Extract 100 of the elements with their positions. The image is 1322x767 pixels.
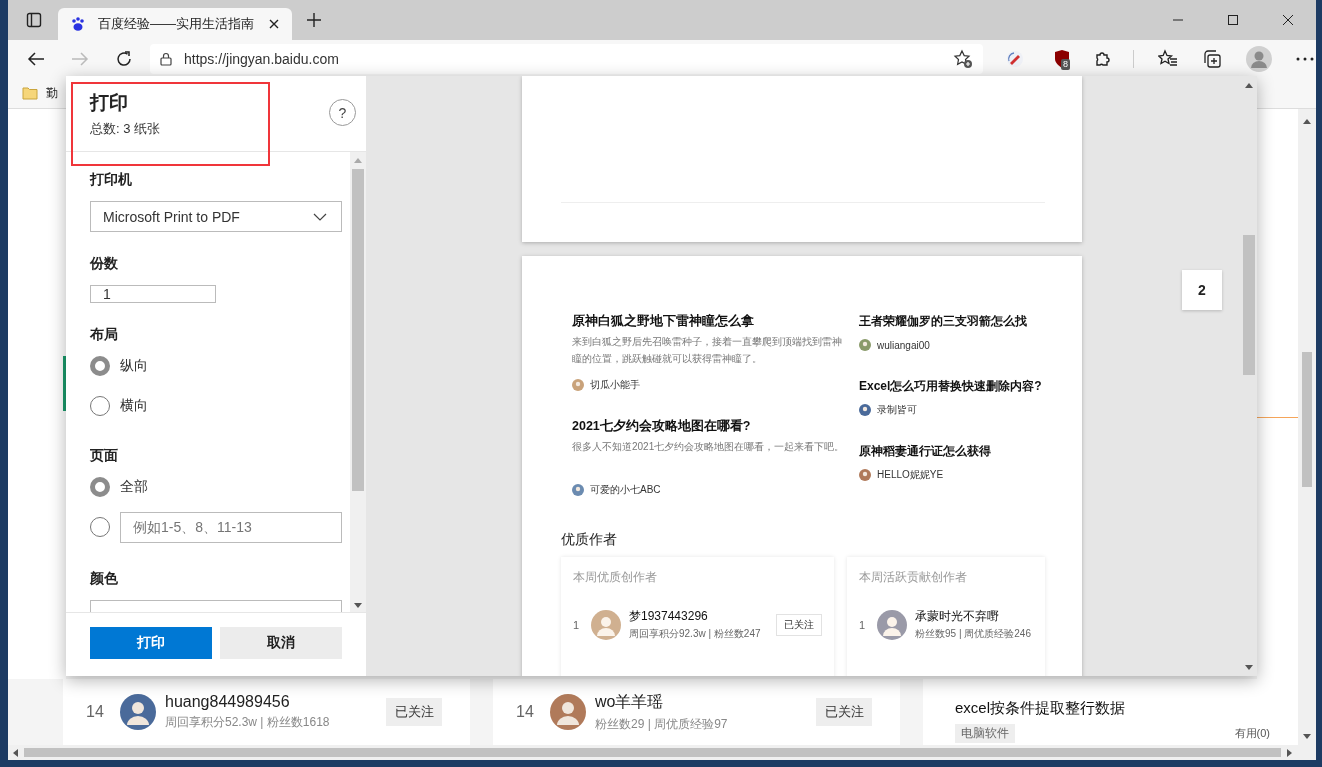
- copies-label: 份数: [90, 254, 118, 273]
- article-title[interactable]: 2021七夕约会攻略地图在哪看?: [572, 417, 751, 435]
- rank-number: 14: [516, 703, 535, 721]
- browser-tab[interactable]: 百度经验——实用生活指南: [58, 8, 292, 40]
- add-favorite-icon[interactable]: [953, 49, 973, 69]
- article-title[interactable]: 王者荣耀伽罗的三支羽箭怎么找: [859, 312, 1027, 330]
- avatar: [572, 484, 584, 496]
- author-name[interactable]: 可爱的小七ABC: [590, 483, 661, 497]
- printer-label: 打印机: [90, 170, 132, 189]
- orientation-option[interactable]: 纵向: [120, 357, 148, 375]
- avatar: [859, 404, 871, 416]
- followed-button[interactable]: 已关注: [386, 698, 442, 726]
- puzzle-icon[interactable]: [1093, 49, 1113, 69]
- article-title[interactable]: 原神白狐之野地下雷神瞳怎么拿: [572, 312, 754, 330]
- radio-button[interactable]: [90, 477, 110, 497]
- author-name[interactable]: 梦1937443296: [629, 608, 768, 625]
- folder-icon: [22, 86, 38, 100]
- radio-button[interactable]: [90, 356, 110, 376]
- radio-button[interactable]: [90, 517, 110, 537]
- pen-extension-icon[interactable]: [1005, 49, 1025, 69]
- radio-button[interactable]: [90, 396, 110, 416]
- avatar: [859, 339, 871, 351]
- author-name[interactable]: HELLO妮妮YE: [877, 468, 944, 482]
- author-name[interactable]: huang844989456: [165, 693, 386, 711]
- scroll-thumb[interactable]: [1242, 235, 1255, 375]
- scroll-up-icon[interactable]: [1303, 119, 1311, 124]
- article-title[interactable]: 原神稻妻通行证怎么获得: [859, 442, 991, 460]
- rank-number: 1: [573, 618, 581, 631]
- new-tab-icon[interactable]: [306, 12, 322, 28]
- author-name[interactable]: 切瓜小能手: [590, 378, 640, 392]
- copies-input[interactable]: 1: [90, 285, 216, 303]
- tab-title: 百度经验——实用生活指南: [98, 15, 255, 33]
- avatar: [550, 694, 586, 730]
- scroll-thumb[interactable]: [352, 169, 364, 491]
- page-range-input[interactable]: 例如1-5、8、11-13: [120, 511, 342, 543]
- page-number-badge: 2: [1182, 270, 1222, 310]
- scroll-down-icon[interactable]: [1303, 734, 1311, 739]
- printer-dropdown[interactable]: Microsoft Print to PDF: [90, 201, 342, 232]
- author-stats: 周回享积分52.3w | 粉丝数1618: [165, 714, 331, 731]
- address-bar[interactable]: https://jingyan.baidu.com: [150, 44, 983, 74]
- author-name[interactable]: 承蒙时光不弃嘢: [915, 608, 1033, 625]
- author-stats: 周回享积分92.3w | 粉丝数247: [629, 627, 762, 641]
- avatar: [859, 469, 871, 481]
- scroll-right-icon[interactable]: [1287, 748, 1292, 757]
- scroll-down-icon[interactable]: [354, 603, 362, 608]
- print-button[interactable]: 打印: [90, 627, 212, 659]
- settings-scrollbar[interactable]: [350, 152, 366, 612]
- category-tag[interactable]: 电脑软件: [955, 724, 1015, 743]
- useful-count: 有用(0): [1234, 726, 1270, 741]
- avatar: [120, 694, 156, 730]
- card-title: 本周活跃贡献创作者: [859, 569, 968, 585]
- sheet-count: 总数: 3 纸张: [90, 120, 162, 138]
- favorites-icon[interactable]: [1158, 49, 1178, 69]
- help-button[interactable]: ?: [329, 99, 356, 126]
- close-icon[interactable]: [268, 18, 280, 30]
- profile-icon[interactable]: [1246, 46, 1272, 72]
- page-scrollbar[interactable]: [1298, 109, 1316, 745]
- maximize-icon[interactable]: [1227, 14, 1239, 26]
- article-summary: 来到白狐之野后先召唤雷种子，接着一直攀爬到顶端找到雷神瞳的位置，跳跃触碰就可以获得雷神瞳了。: [572, 335, 843, 366]
- followed-button[interactable]: 已关注: [816, 698, 872, 726]
- rank-number: 14: [86, 703, 105, 721]
- author-name[interactable]: 录制皆可: [877, 403, 917, 417]
- avatar: [591, 609, 621, 640]
- scroll-down-icon[interactable]: [1244, 665, 1253, 670]
- paw-icon: [70, 16, 86, 32]
- scroll-left-icon[interactable]: [13, 748, 18, 757]
- pages-label: 页面: [90, 446, 118, 465]
- author-stats: 粉丝数95 | 周优质经验246: [915, 627, 1032, 641]
- author-name[interactable]: wuliangai00: [877, 339, 930, 351]
- avatar: [572, 379, 584, 391]
- avatar: [877, 609, 907, 640]
- lock-icon: [160, 52, 172, 66]
- card-title: 本周优质创作者: [573, 569, 658, 585]
- extension-badge: 8: [1061, 59, 1070, 70]
- close-icon[interactable]: [1282, 14, 1294, 26]
- author-stats: 粉丝数29 | 周优质经验97: [595, 715, 729, 733]
- scroll-up-icon[interactable]: [1244, 83, 1253, 88]
- article-title[interactable]: Excel怎么巧用替换快速删除内容?: [859, 377, 1042, 395]
- horizontal-scrollbar[interactable]: [8, 745, 1316, 760]
- pages-option[interactable]: 全部: [120, 478, 148, 496]
- color-label: 颜色: [90, 569, 118, 588]
- bookmark-folder[interactable]: 勤: [46, 84, 58, 102]
- layout-label: 布局: [90, 325, 118, 344]
- section-heading: 优质作者: [561, 530, 617, 548]
- rank-number: 1: [859, 618, 867, 631]
- url-text: https://jingyan.baidu.com: [184, 51, 339, 67]
- more-icon[interactable]: [1296, 57, 1314, 61]
- scroll-thumb[interactable]: [24, 748, 1281, 757]
- sidebar-icon[interactable]: [26, 12, 42, 28]
- scroll-thumb[interactable]: [1302, 352, 1312, 487]
- chevron-down-icon: [313, 212, 327, 221]
- refresh-icon[interactable]: [115, 50, 133, 68]
- back-icon[interactable]: [27, 51, 45, 67]
- followed-button[interactable]: 已关注: [776, 613, 822, 636]
- article-title[interactable]: excel按条件提取整行数据: [955, 699, 1298, 718]
- collections-icon[interactable]: [1202, 49, 1222, 69]
- orientation-option[interactable]: 横向: [120, 397, 148, 415]
- author-name[interactable]: wo羊羊瑶: [595, 691, 816, 713]
- article-summary: 很多人不知道2021七夕约会攻略地图在哪看，一起来看下吧。: [572, 440, 845, 454]
- cancel-button[interactable]: 取消: [220, 627, 342, 659]
